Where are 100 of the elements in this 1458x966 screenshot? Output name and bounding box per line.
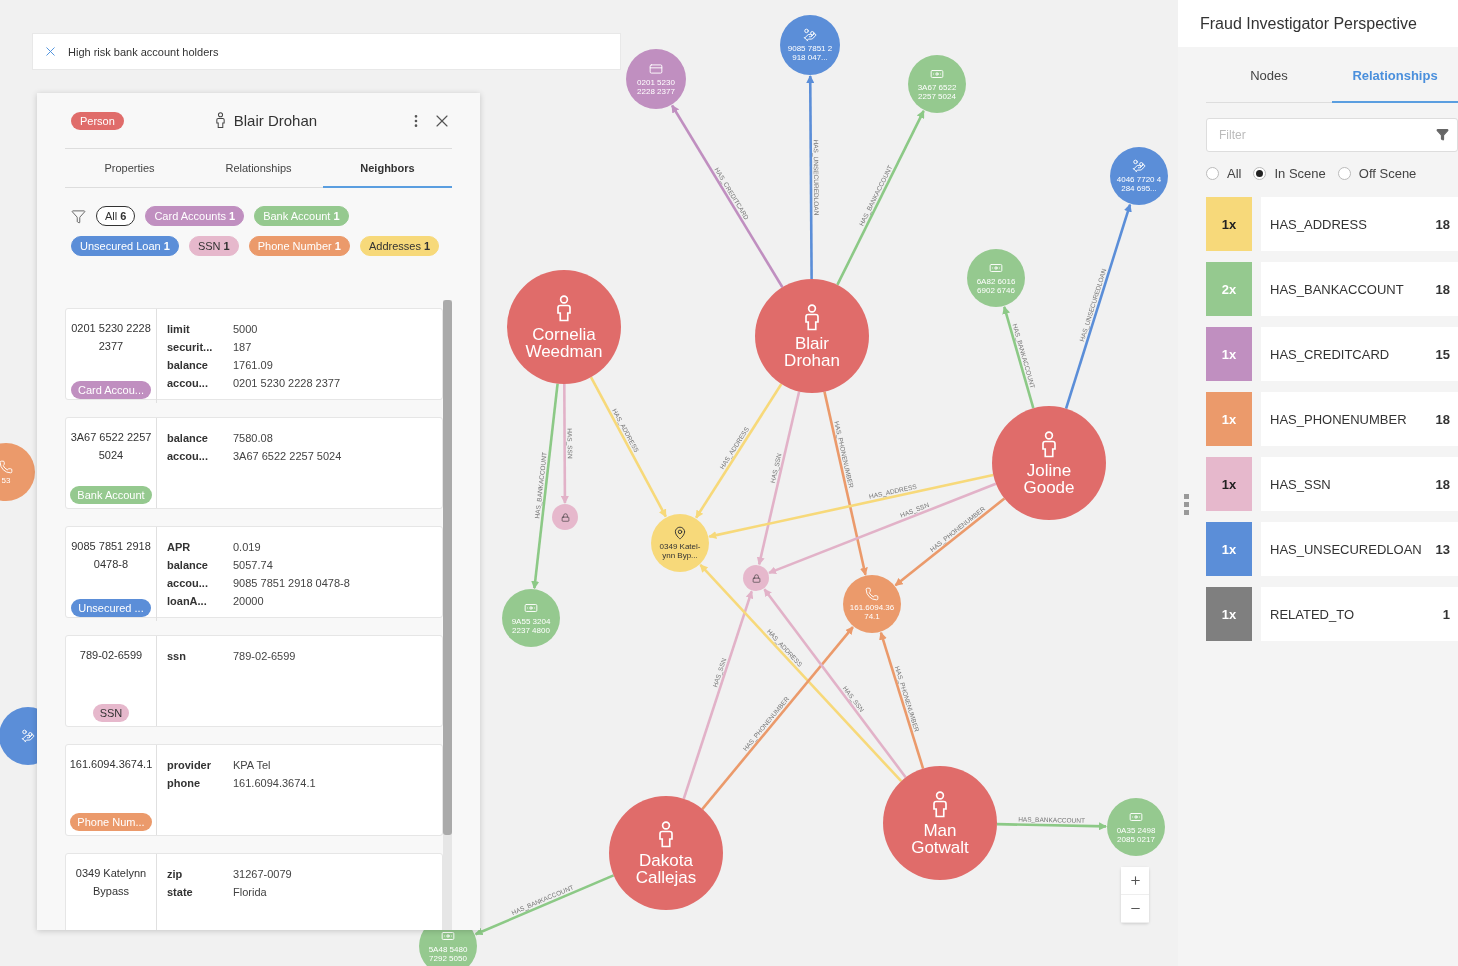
search-field[interactable]: High risk bank account holders <box>32 33 621 70</box>
hand-coins-icon <box>803 28 817 42</box>
person-icon <box>657 820 675 848</box>
filter-icon[interactable] <box>71 208 86 224</box>
node-label: 53 <box>1 475 11 485</box>
panel-tab[interactable]: Properties <box>65 149 194 188</box>
relationship-count: 18 <box>1435 216 1450 232</box>
relationship-name: HAS_UNSECUREDLOAN <box>1270 541 1422 557</box>
filter-icon[interactable] <box>1436 128 1449 141</box>
node-label: 5A48 5480 7292 5050 <box>427 945 469 963</box>
relationship-name: HAS_PHONENUMBER <box>1270 411 1407 427</box>
person-icon <box>555 294 573 322</box>
zoom-in-button[interactable] <box>1121 867 1149 895</box>
relationship-row[interactable]: HAS_SSN 18 <box>1261 457 1458 511</box>
sidebar-title: Fraud Investigator Perspective <box>1200 14 1417 33</box>
neighbor-card[interactable]: 789-02-6599 SSN ssn 789-02-6599 <box>65 635 443 727</box>
card-icon <box>649 62 663 76</box>
relationship-count: 15 <box>1435 346 1450 362</box>
relationship-row[interactable]: HAS_PHONENUMBER 18 <box>1261 392 1458 446</box>
clear-icon[interactable] <box>43 44 58 59</box>
relationship-row[interactable]: RELATED_TO 1 <box>1261 587 1458 641</box>
filter-chip[interactable]: SSN 1 <box>188 236 239 256</box>
edge-arrow[interactable] <box>1064 203 1132 409</box>
node-label: 9A55 3204 2237 4800 <box>510 617 552 635</box>
relationship-swatch[interactable]: 1x <box>1206 587 1252 641</box>
neighbor-title: 9085 7851 2918 0478-8 <box>70 539 152 572</box>
property-key: zip <box>167 866 233 882</box>
neighbor-title: 3A67 6522 2257 5024 <box>69 430 153 463</box>
relationship-name: HAS_CREDITCARD <box>1270 346 1390 362</box>
property-key: balance <box>167 557 233 573</box>
property-key: limit <box>167 321 233 337</box>
sidebar-tab[interactable]: Nodes <box>1206 47 1332 103</box>
person-icon <box>803 303 821 331</box>
scope-radio[interactable]: In Scene <box>1253 166 1326 181</box>
relationship-name: RELATED_TO <box>1270 606 1355 622</box>
edge-arrow[interactable] <box>531 383 559 590</box>
person-icon <box>931 790 949 818</box>
scrollbar[interactable] <box>443 300 452 930</box>
filter-chip[interactable]: All 6 <box>96 206 136 226</box>
property-key: phone <box>167 775 233 791</box>
edge-arrow[interactable] <box>836 110 925 286</box>
property-key: balance <box>167 357 233 373</box>
lock-icon <box>560 512 570 522</box>
relationship-count: 18 <box>1435 411 1450 427</box>
map-pin-icon <box>673 526 687 540</box>
edge-arrow[interactable] <box>670 104 784 288</box>
graph-canvas[interactable] <box>0 0 1178 966</box>
relationship-row[interactable]: HAS_UNSECUREDLOAN 13 <box>1261 522 1458 576</box>
relationship-swatch[interactable]: 1x <box>1206 457 1252 511</box>
drag-handle-icon[interactable] <box>1184 494 1189 516</box>
property-key: accou... <box>167 375 233 391</box>
property-value: 9085 7851 2918 0478-8 <box>233 576 351 591</box>
neighbor-title: 0201 5230 2228 2377 <box>70 321 152 354</box>
lock-icon <box>751 573 761 583</box>
relationship-count: 13 <box>1435 541 1450 557</box>
neighbor-card[interactable]: 0201 5230 2228 2377 Card Accou... limit 5000 securit... 187 balance 1761.09 accou... 0201 5230 2228 2377 <box>65 308 443 400</box>
node-label: 3A67 6522 2257 5024 <box>916 83 958 101</box>
property-value: 1761.09 <box>233 358 274 373</box>
node-label: Blair Drohan <box>783 334 841 369</box>
scope-radio[interactable]: All <box>1206 166 1242 181</box>
property-value: Florida <box>233 885 268 900</box>
property-value: 3A67 6522 2257 5024 <box>233 449 343 464</box>
node-label: 6A82 6016 6902 6746 <box>975 277 1017 295</box>
filter-chip[interactable]: Addresses 1 <box>359 236 440 256</box>
property-key: accou... <box>167 575 233 591</box>
neighbor-title: 0349 Katelynn Bypass <box>74 866 148 899</box>
edge-arrow[interactable] <box>756 391 801 566</box>
type-tag: Bank Account <box>70 486 152 504</box>
relationship-row[interactable]: HAS_ADDRESS 18 <box>1261 197 1458 251</box>
banknote-icon <box>1129 810 1143 824</box>
property-key: loanA... <box>167 593 233 609</box>
node-label: 4046 7720 4 284 695... <box>1115 175 1163 193</box>
edge-arrow[interactable] <box>879 631 925 769</box>
relationship-row[interactable]: HAS_BANKACCOUNT 18 <box>1261 262 1458 316</box>
property-key: balance <box>167 430 233 446</box>
edge-arrow[interactable] <box>474 874 615 936</box>
panel-tab[interactable]: Neighbors <box>323 149 452 188</box>
property-key: ssn <box>167 648 233 664</box>
filter-field[interactable]: Filter <box>1206 118 1458 152</box>
relationship-swatch[interactable]: 1x <box>1206 197 1252 251</box>
edge-arrow[interactable] <box>996 822 1107 831</box>
neighbor-title: 161.6094.3674.1 <box>69 757 153 772</box>
panel-tab[interactable]: Relationships <box>194 149 323 188</box>
edge-arrow[interactable] <box>823 391 868 576</box>
edge-arrow[interactable] <box>894 497 1006 587</box>
ssn-node[interactable] <box>552 504 578 530</box>
neighbor-card[interactable]: 161.6094.3674.1 Phone Num... provider KPA Tel phone 161.6094.3674.1 <box>65 744 443 836</box>
edge-arrow[interactable] <box>1002 305 1035 409</box>
scope-radio[interactable]: Off Scene <box>1337 166 1417 181</box>
property-value: 20000 <box>233 594 265 609</box>
neighbor-card[interactable]: 9085 7851 2918 0478-8 Unsecured ... APR 0.019 balance 5057.74 accou... 9085 7851 2918 0478-8 loanA... 20000 <box>65 526 443 618</box>
property-key: securit... <box>167 339 233 355</box>
banknote-icon <box>524 601 538 615</box>
ssn-node[interactable] <box>743 565 769 591</box>
neighbor-card[interactable]: 0349 Katelynn Bypass zip 31267-0079 state Florida <box>65 853 443 930</box>
type-badge: Person <box>71 111 124 130</box>
relationship-row[interactable]: HAS_CREDITCARD 15 <box>1261 327 1458 381</box>
address-node[interactable]: 0349 Katel-ynn Byp... <box>651 514 709 572</box>
neighbor-card[interactable]: 3A67 6522 2257 5024 Bank Account balance 7580.08 accou... 3A67 6522 2257 5024 <box>65 417 443 509</box>
relationship-count: 18 <box>1435 281 1450 297</box>
